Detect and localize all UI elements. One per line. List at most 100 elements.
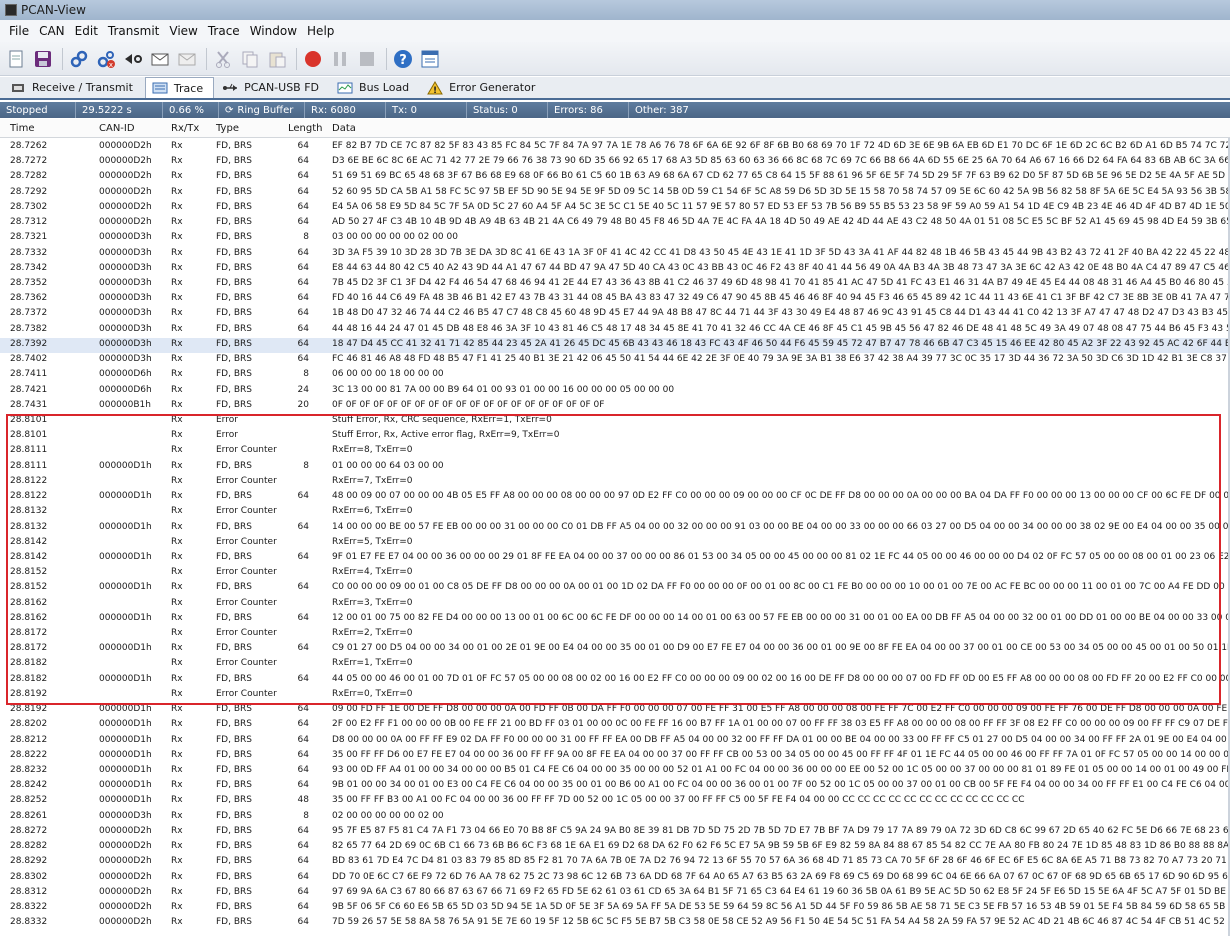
- table-row[interactable]: 28.8252 000000D1h Rx FD, BRS 48 35 00 FF FF B…: [0, 794, 1230, 809]
- row-can-id: 000000D2h: [99, 856, 152, 867]
- table-row[interactable]: 28.8182 000000D1h Rx FD, BRS 64 44 05 00 00 4…: [0, 673, 1230, 688]
- row-can-id: 000000D2h: [99, 201, 152, 212]
- table-row[interactable]: 28.8122 Rx Error Counter RxErr=7, TxErr=0: [0, 475, 1230, 490]
- table-row[interactable]: 28.8222 000000D1h Rx FD, BRS 64 35 00 FF FF D…: [0, 749, 1230, 764]
- table-row[interactable]: 28.8261 000000D3h Rx FD, BRS 8 02 00 00 00 00…: [0, 810, 1230, 825]
- menu-can[interactable]: CAN: [34, 24, 70, 38]
- col-length[interactable]: Length: [288, 123, 323, 134]
- table-row[interactable]: 28.7402 000000D3h Rx FD, BRS 64 FC 46 81 46 A…: [0, 353, 1230, 368]
- table-row[interactable]: 28.8132 000000D1h Rx FD, BRS 64 14 00 00 00 B…: [0, 521, 1230, 536]
- menu-trace[interactable]: Trace: [203, 24, 245, 38]
- connect-icon[interactable]: [67, 47, 91, 71]
- about-icon[interactable]: [418, 47, 442, 71]
- table-row[interactable]: 28.7352 000000D3h Rx FD, BRS 64 7B 45 D2 3F C…: [0, 277, 1230, 292]
- row-data: 7B 45 D2 3F C1 3F D4 42 F4 46 54 47 68 4…: [332, 277, 1230, 288]
- col-type[interactable]: Type: [216, 123, 239, 134]
- record-icon[interactable]: [301, 47, 325, 71]
- help-icon[interactable]: ?: [391, 47, 415, 71]
- tab-bus-load[interactable]: Bus Load: [331, 77, 419, 98]
- row-rxtx: Rx: [171, 917, 183, 928]
- table-row[interactable]: 28.8142 Rx Error Counter RxErr=5, TxErr=0: [0, 536, 1230, 551]
- table-row[interactable]: 28.7372 000000D3h Rx FD, BRS 64 1B 48 D0 47 3…: [0, 307, 1230, 322]
- tab-error-generator[interactable]: ! Error Generator: [421, 77, 545, 98]
- col-rxtx[interactable]: Rx/Tx: [171, 123, 199, 134]
- table-row[interactable]: 28.7302 000000D2h Rx FD, BRS 64 E4 5A 06 58 E…: [0, 201, 1230, 216]
- menu-view[interactable]: View: [164, 24, 202, 38]
- menu-transmit[interactable]: Transmit: [103, 24, 164, 38]
- table-row[interactable]: 28.8152 Rx Error Counter RxErr=4, TxErr=0: [0, 566, 1230, 581]
- table-row[interactable]: 28.8272 000000D2h Rx FD, BRS 64 95 7F E5 87 F…: [0, 825, 1230, 840]
- table-row[interactable]: 28.8302 000000D2h Rx FD, BRS 64 DD 70 0E 6C C…: [0, 871, 1230, 886]
- table-row[interactable]: 28.8182 Rx Error Counter RxErr=1, TxErr=0: [0, 657, 1230, 672]
- row-data: BD 83 61 7D E4 7C D4 81 03 83 79 85 8D 8…: [332, 856, 1230, 867]
- col-data[interactable]: Data: [332, 123, 356, 134]
- table-row[interactable]: 28.8162 Rx Error Counter RxErr=3, TxErr=0: [0, 597, 1230, 612]
- table-row[interactable]: 28.7321 000000D3h Rx FD, BRS 8 03 00 00 00 00…: [0, 231, 1230, 246]
- table-row[interactable]: 28.8111 Rx Error Counter RxErr=8, TxErr=0: [0, 444, 1230, 459]
- table-row[interactable]: 28.8242 000000D1h Rx FD, BRS 64 9B 01 00 00 3…: [0, 779, 1230, 794]
- table-row[interactable]: 28.7262 000000D2h Rx FD, BRS 64 EF 82 B7 7D C…: [0, 140, 1230, 155]
- table-row[interactable]: 28.8132 Rx Error Counter RxErr=6, TxErr=0: [0, 505, 1230, 520]
- tab-receive-transmit[interactable]: Receive / Transmit: [4, 77, 143, 98]
- table-row[interactable]: 28.7282 000000D2h Rx FD, BRS 64 51 69 51 69 B…: [0, 170, 1230, 185]
- table-row[interactable]: 28.8192 Rx Error Counter RxErr=0, TxErr=0: [0, 688, 1230, 703]
- table-row[interactable]: 28.8322 000000D2h Rx FD, BRS 64 9B 5F 06 5F C…: [0, 901, 1230, 916]
- save-icon[interactable]: [31, 47, 55, 71]
- menu-edit[interactable]: Edit: [70, 24, 103, 38]
- row-time: 28.7421: [10, 384, 48, 395]
- table-row[interactable]: 28.8101 Rx Error Stuff Error, Rx, CRC seque…: [0, 414, 1230, 429]
- table-row[interactable]: 28.8162 000000D1h Rx FD, BRS 64 12 00 01 00 7…: [0, 612, 1230, 627]
- col-can-id[interactable]: CAN-ID: [99, 123, 135, 134]
- row-data: 35 00 FF FF D6 00 E7 FE E7 04 00 00 36 0…: [332, 749, 1230, 760]
- message-icon[interactable]: [148, 47, 172, 71]
- menu-help[interactable]: Help: [302, 24, 339, 38]
- table-row[interactable]: 28.8192 000000D1h Rx FD, BRS 64 09 00 FD FF 1…: [0, 703, 1230, 718]
- table-row[interactable]: 28.7292 000000D2h Rx FD, BRS 64 52 60 95 5D C…: [0, 186, 1230, 201]
- table-row[interactable]: 28.7392 000000D3h Rx FD, BRS 64 18 47 D4 45 C…: [0, 337, 1230, 354]
- pause-icon[interactable]: [328, 47, 352, 71]
- table-row[interactable]: 28.8282 000000D2h Rx FD, BRS 64 82 65 77 64 2…: [0, 840, 1230, 855]
- table-row[interactable]: 28.7312 000000D2h Rx FD, BRS 64 AD 50 27 4F C…: [0, 216, 1230, 231]
- table-row[interactable]: 28.8101 Rx Error Stuff Error, Rx, Active er…: [0, 429, 1230, 444]
- table-row[interactable]: 28.8111 000000D1h Rx FD, BRS 8 01 00 00 00 64…: [0, 460, 1230, 475]
- new-icon[interactable]: [4, 47, 28, 71]
- menu-window[interactable]: Window: [245, 24, 302, 38]
- trace-list[interactable]: 28.7262 000000D2h Rx FD, BRS 64 EF 82 B7 7D C…: [0, 140, 1230, 936]
- cut-icon[interactable]: [211, 47, 235, 71]
- row-type: FD, BRS: [216, 491, 252, 502]
- table-row[interactable]: 28.7342 000000D3h Rx FD, BRS 64 E8 44 63 44 8…: [0, 262, 1230, 277]
- table-row[interactable]: 28.8172 Rx Error Counter RxErr=2, TxErr=0: [0, 627, 1230, 642]
- tab-trace[interactable]: Trace: [144, 77, 215, 98]
- table-row[interactable]: 28.7421 000000D6h Rx FD, BRS 24 3C 13 00 00 8…: [0, 384, 1230, 399]
- table-row[interactable]: 28.8202 000000D1h Rx FD, BRS 64 2F 00 E2 FF F…: [0, 718, 1230, 733]
- col-time[interactable]: Time: [10, 123, 34, 134]
- table-row[interactable]: 28.8212 000000D1h Rx FD, BRS 64 D8 00 00 00 0…: [0, 734, 1230, 749]
- row-type: Error Counter: [216, 475, 277, 486]
- table-row[interactable]: 28.7431 000000B1h Rx FD, BRS 20 0F 0F 0F 0F 0…: [0, 399, 1230, 414]
- table-row[interactable]: 28.8332 000000D2h Rx FD, BRS 64 7D 59 26 57 5…: [0, 916, 1230, 931]
- table-row[interactable]: 28.7332 000000D3h Rx FD, BRS 64 3D 3A F5 39 1…: [0, 247, 1230, 262]
- menu-file[interactable]: File: [4, 24, 34, 38]
- row-time: 28.8142: [10, 536, 48, 547]
- table-row[interactable]: 28.8312 000000D2h Rx FD, BRS 64 97 69 9A 6A C…: [0, 886, 1230, 901]
- table-row[interactable]: 28.7411 000000D6h Rx FD, BRS 8 06 00 00 00 18…: [0, 368, 1230, 383]
- table-row[interactable]: 28.8122 000000D1h Rx FD, BRS 64 48 00 09 00 0…: [0, 490, 1230, 505]
- row-rxtx: Rx: [171, 338, 183, 349]
- table-row[interactable]: 28.8232 000000D1h Rx FD, BRS 64 93 00 0D FF A…: [0, 764, 1230, 779]
- table-row[interactable]: 28.8142 000000D1h Rx FD, BRS 64 9F 01 E7 FE E…: [0, 551, 1230, 566]
- reset-icon[interactable]: [121, 47, 145, 71]
- table-row[interactable]: 28.8172 000000D1h Rx FD, BRS 64 C9 01 27 00 D…: [0, 642, 1230, 657]
- table-row[interactable]: 28.7382 000000D3h Rx FD, BRS 64 44 48 16 44 2…: [0, 323, 1230, 338]
- table-row[interactable]: 28.7272 000000D2h Rx FD, BRS 64 D3 6E BE 6C 8…: [0, 155, 1230, 170]
- table-row[interactable]: 28.7362 000000D3h Rx FD, BRS 64 FD 40 16 44 C…: [0, 292, 1230, 307]
- table-row[interactable]: 28.8152 000000D1h Rx FD, BRS 64 C0 00 00 00 0…: [0, 581, 1230, 596]
- ring-buffer-icon: ⟳: [225, 104, 234, 116]
- copy-icon[interactable]: [238, 47, 262, 71]
- row-type: FD, BRS: [216, 171, 252, 182]
- paste-icon[interactable]: [265, 47, 289, 71]
- disconnect-icon[interactable]: x: [94, 47, 118, 71]
- table-row[interactable]: 28.8292 000000D2h Rx FD, BRS 64 BD 83 61 7D E…: [0, 855, 1230, 870]
- tab-pcan-usb-fd[interactable]: PCAN-USB FD: [216, 77, 329, 98]
- stop-icon[interactable]: [355, 47, 379, 71]
- message-disabled-icon[interactable]: [175, 47, 199, 71]
